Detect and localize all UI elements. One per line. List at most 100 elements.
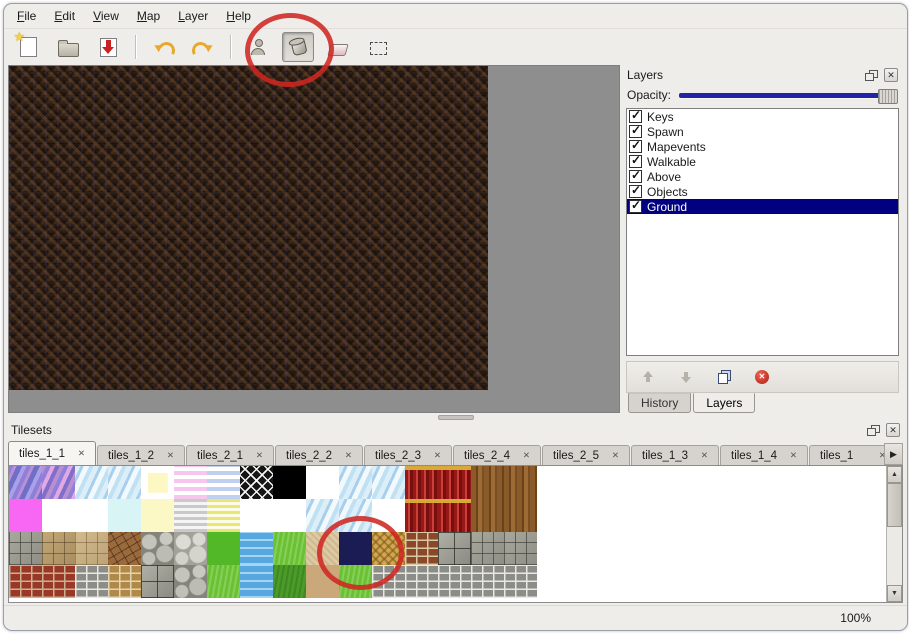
tile-cobble[interactable] — [174, 565, 207, 598]
close-tab-icon[interactable]: ✕ — [790, 450, 797, 461]
layer-row-mapevents[interactable]: Mapevents — [627, 139, 898, 154]
tile-curtain-red[interactable] — [438, 466, 471, 499]
layer-visibility-checkbox[interactable] — [629, 140, 642, 153]
tile-cobble[interactable] — [141, 532, 174, 565]
close-tab-icon[interactable]: ✕ — [612, 450, 619, 461]
close-tab-icon[interactable]: ✕ — [523, 450, 530, 461]
tile-water-light[interactable] — [339, 466, 372, 499]
tile-wood[interactable] — [504, 499, 537, 532]
tile-water-light[interactable] — [339, 499, 372, 532]
float-panel-icon[interactable] — [867, 425, 880, 436]
tileset-scrollbar[interactable]: ▲ ▼ — [886, 466, 902, 602]
dock-tab-layers[interactable]: Layers — [693, 393, 755, 413]
tile-grass-dark[interactable] — [273, 565, 306, 598]
close-tab-icon[interactable]: ✕ — [167, 450, 174, 461]
tileset-tab-tiles_1_4[interactable]: tiles_1_4✕ — [720, 445, 808, 465]
tile-stone-gray[interactable] — [9, 532, 42, 565]
tile-sand[interactable] — [306, 532, 339, 565]
close-tab-icon[interactable]: ✕ — [701, 450, 708, 461]
scrollbar-thumb[interactable] — [887, 483, 902, 527]
tile-white[interactable] — [372, 499, 405, 532]
tile-yellow-pale[interactable] — [141, 499, 174, 532]
tileset-tab-tiles_2_2[interactable]: tiles_2_2✕ — [275, 445, 363, 465]
tile-grass[interactable] — [207, 565, 240, 598]
redo-button[interactable] — [187, 32, 219, 62]
tile-stone-blocks[interactable] — [141, 565, 174, 598]
scroll-tabs-right-button[interactable]: ▶ — [884, 443, 903, 465]
tile-grass[interactable] — [339, 565, 372, 598]
tile-grass[interactable] — [273, 532, 306, 565]
raise-layer-button[interactable] — [637, 366, 659, 388]
tile-yellow-stripes[interactable] — [207, 499, 240, 532]
layer-row-ground[interactable]: Ground — [627, 199, 898, 214]
tile-wood[interactable] — [471, 466, 504, 499]
new-map-button[interactable] — [12, 32, 44, 62]
delete-layer-button[interactable] — [751, 366, 773, 388]
tile-water-purple2[interactable] — [42, 466, 75, 499]
scroll-down-button[interactable]: ▼ — [887, 585, 902, 602]
tile-brick-gray[interactable] — [438, 565, 471, 598]
tileset-tab-tiles_1_1[interactable]: tiles_1_1✕ — [8, 441, 96, 465]
map-viewport[interactable] — [8, 65, 620, 413]
tile-wood[interactable] — [471, 499, 504, 532]
tile-green[interactable] — [207, 532, 240, 565]
tile-brick-gray[interactable] — [372, 565, 405, 598]
scroll-up-button[interactable]: ▲ — [887, 466, 902, 483]
close-tab-icon[interactable]: ✕ — [434, 450, 441, 461]
tileset-tab-tiles_1_2[interactable]: tiles_1_2✕ — [97, 445, 185, 465]
menu-map[interactable]: Map — [128, 6, 169, 26]
tile-wood[interactable] — [504, 466, 537, 499]
close-tab-icon[interactable]: ✕ — [78, 448, 85, 459]
float-panel-icon[interactable] — [865, 70, 878, 81]
menu-layer[interactable]: Layer — [169, 6, 217, 26]
tileset-tab-tiles_2_3[interactable]: tiles_2_3✕ — [364, 445, 452, 465]
tile-brick-gray[interactable] — [405, 565, 438, 598]
close-panel-icon[interactable]: ✕ — [886, 423, 900, 437]
layer-row-walkable[interactable]: Walkable — [627, 154, 898, 169]
undo-button[interactable] — [147, 32, 179, 62]
tile-stone-gray[interactable] — [504, 532, 537, 565]
tile-white[interactable] — [273, 499, 306, 532]
layer-visibility-checkbox[interactable] — [629, 185, 642, 198]
tile-water-light[interactable] — [75, 466, 108, 499]
tileset-tab-tiles_1[interactable]: tiles_1✕ — [809, 445, 884, 465]
dock-tab-history[interactable]: History — [628, 393, 691, 413]
duplicate-layer-button[interactable] — [713, 366, 735, 388]
tile-curtain-red[interactable] — [405, 466, 438, 499]
menu-help[interactable]: Help — [217, 6, 260, 26]
tileset-tab-tiles_2_1[interactable]: tiles_2_1✕ — [186, 445, 274, 465]
tile-curtain-red[interactable] — [405, 499, 438, 532]
tile-white[interactable] — [75, 499, 108, 532]
tile-brick-gray[interactable] — [75, 565, 108, 598]
tile-brick-tan[interactable] — [108, 565, 141, 598]
menu-file[interactable]: File — [8, 6, 45, 26]
tile-stone-gray[interactable] — [471, 532, 504, 565]
eraser-tool-button[interactable] — [322, 32, 354, 62]
menu-view[interactable]: View — [84, 6, 128, 26]
tile-magenta[interactable] — [9, 499, 42, 532]
tile-lattice[interactable] — [240, 466, 273, 499]
tile-pink-stripes[interactable] — [174, 466, 207, 499]
tile-white[interactable] — [240, 499, 273, 532]
tile-stone-tan[interactable] — [42, 532, 75, 565]
tileset-tab-tiles_2_4[interactable]: tiles_2_4✕ — [453, 445, 541, 465]
tile-cyan-pale[interactable] — [108, 499, 141, 532]
tile-black[interactable] — [273, 466, 306, 499]
close-tab-icon[interactable]: ✕ — [345, 450, 352, 461]
tile-water-waves[interactable] — [240, 532, 273, 565]
map-canvas[interactable] — [9, 66, 488, 390]
layer-visibility-checkbox[interactable] — [629, 155, 642, 168]
save-map-button[interactable] — [92, 32, 124, 62]
tile-water-light[interactable] — [372, 466, 405, 499]
tile-brick-brown[interactable] — [405, 532, 438, 565]
tile-water-light[interactable] — [108, 466, 141, 499]
tile-stone-tan2[interactable] — [75, 532, 108, 565]
layer-visibility-checkbox[interactable] — [629, 125, 642, 138]
layer-row-keys[interactable]: Keys — [627, 109, 898, 124]
layer-visibility-checkbox[interactable] — [629, 200, 642, 213]
lower-layer-button[interactable] — [675, 366, 697, 388]
close-panel-icon[interactable]: ✕ — [884, 68, 898, 82]
tile-white[interactable] — [306, 466, 339, 499]
open-map-button[interactable] — [52, 32, 84, 62]
tile-water-light[interactable] — [306, 499, 339, 532]
